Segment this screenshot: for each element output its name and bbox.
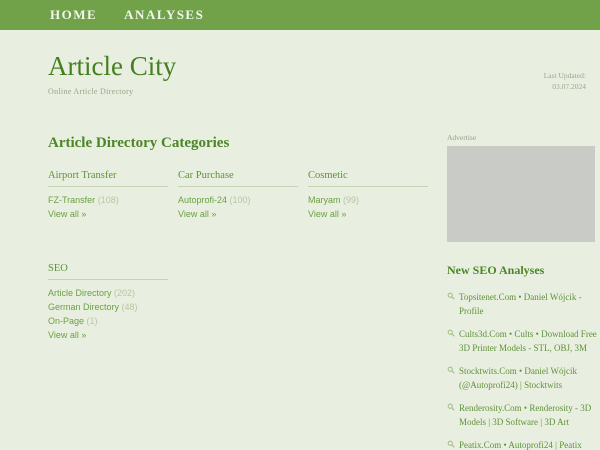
category-link-count: (108) [98, 195, 119, 205]
category-link[interactable]: Maryam (99) [308, 193, 428, 207]
magnifier-icon [447, 440, 455, 448]
analysis-link[interactable]: Cults3d.Com • Cults • Download Free 3D P… [459, 327, 597, 355]
analyses-heading: New SEO Analyses [447, 263, 597, 278]
category-link-count: (1) [87, 316, 98, 326]
category-link[interactable]: German Directory (48) [48, 300, 168, 314]
seo-category-row: SEO Article Directory (202) German Direc… [48, 263, 430, 342]
category-seo: SEO Article Directory (202) German Direc… [48, 263, 168, 342]
site-header: Article City Online Article Directory La… [0, 30, 600, 125]
view-all-link[interactable]: View all » [48, 328, 168, 342]
category-header: SEO [48, 263, 168, 280]
advertise-label: Advertise [447, 133, 597, 142]
category-header: Airport Transfer [48, 170, 168, 187]
category-link-label[interactable]: German Directory [48, 302, 119, 312]
analysis-list-item[interactable]: Topsitenet.Com • Daniel Wójcik - Profile [447, 290, 597, 318]
view-all-link[interactable]: View all » [48, 207, 168, 221]
category-header: Cosmetic [308, 170, 428, 187]
category-link-label[interactable]: Article Directory [48, 288, 112, 298]
last-updated-value: 03.07.2024 [544, 81, 586, 92]
analysis-list-item[interactable]: Stocktwits.Com • Daniel Wójcik (@Autopro… [447, 364, 597, 392]
category-car-purchase: Car Purchase Autoprofi-24 (100) View all… [178, 170, 298, 221]
categories-heading: Article Directory Categories [48, 135, 430, 152]
category-header: Car Purchase [178, 170, 298, 187]
magnifier-icon [447, 403, 455, 411]
magnifier-icon [447, 366, 455, 374]
category-link-label[interactable]: Autoprofi-24 [178, 195, 227, 205]
analysis-link[interactable]: Peatix.Com • Autoprofi24 | Peatix [459, 438, 582, 450]
category-link[interactable]: Autoprofi-24 (100) [178, 193, 298, 207]
main-column: Article Directory Categories Airport Tra… [0, 125, 430, 450]
categories-row: Airport Transfer FZ-Transfer (108) View … [48, 170, 430, 221]
category-cosmetic: Cosmetic Maryam (99) View all » [308, 170, 428, 221]
category-link-count: (48) [122, 302, 138, 312]
analyses-list: Topsitenet.Com • Daniel Wójcik - Profile… [447, 290, 597, 450]
category-link[interactable]: FZ-Transfer (108) [48, 193, 168, 207]
category-link-label[interactable]: FZ-Transfer [48, 195, 95, 205]
view-all-link[interactable]: View all » [308, 207, 428, 221]
content-area: Article Directory Categories Airport Tra… [0, 125, 600, 450]
analysis-link[interactable]: Stocktwits.Com • Daniel Wójcik (@Autopro… [459, 364, 597, 392]
category-link-count: (202) [114, 288, 135, 298]
category-airport-transfer: Airport Transfer FZ-Transfer (108) View … [48, 170, 168, 221]
page-title: Article City [48, 52, 600, 82]
analysis-link[interactable]: Topsitenet.Com • Daniel Wójcik - Profile [459, 290, 597, 318]
category-link[interactable]: Article Directory (202) [48, 286, 168, 300]
top-navbar: HOME ANALYSES [0, 0, 600, 30]
analysis-list-item[interactable]: Peatix.Com • Autoprofi24 | Peatix [447, 438, 597, 450]
site-subtitle: Online Article Directory [48, 87, 600, 96]
category-link[interactable]: On-Page (1) [48, 314, 168, 328]
analysis-list-item[interactable]: Cults3d.Com • Cults • Download Free 3D P… [447, 327, 597, 355]
magnifier-icon [447, 292, 455, 300]
last-updated-label: Last Updated: [544, 70, 586, 81]
category-link-count: (100) [230, 195, 251, 205]
sidebar: Advertise New SEO Analyses Topsitenet.Co… [447, 125, 597, 450]
magnifier-icon [447, 329, 455, 337]
ad-placeholder[interactable] [447, 146, 595, 242]
analysis-list-item[interactable]: Renderosity.Com • Renderosity - 3D Model… [447, 401, 597, 429]
nav-item-analyses[interactable]: ANALYSES [124, 7, 204, 23]
category-link-count: (99) [343, 195, 359, 205]
category-link-label[interactable]: Maryam [308, 195, 341, 205]
analysis-link[interactable]: Renderosity.Com • Renderosity - 3D Model… [459, 401, 597, 429]
nav-item-home[interactable]: HOME [50, 7, 97, 23]
last-updated: Last Updated: 03.07.2024 [544, 70, 586, 93]
view-all-link[interactable]: View all » [178, 207, 298, 221]
category-link-label[interactable]: On-Page [48, 316, 84, 326]
